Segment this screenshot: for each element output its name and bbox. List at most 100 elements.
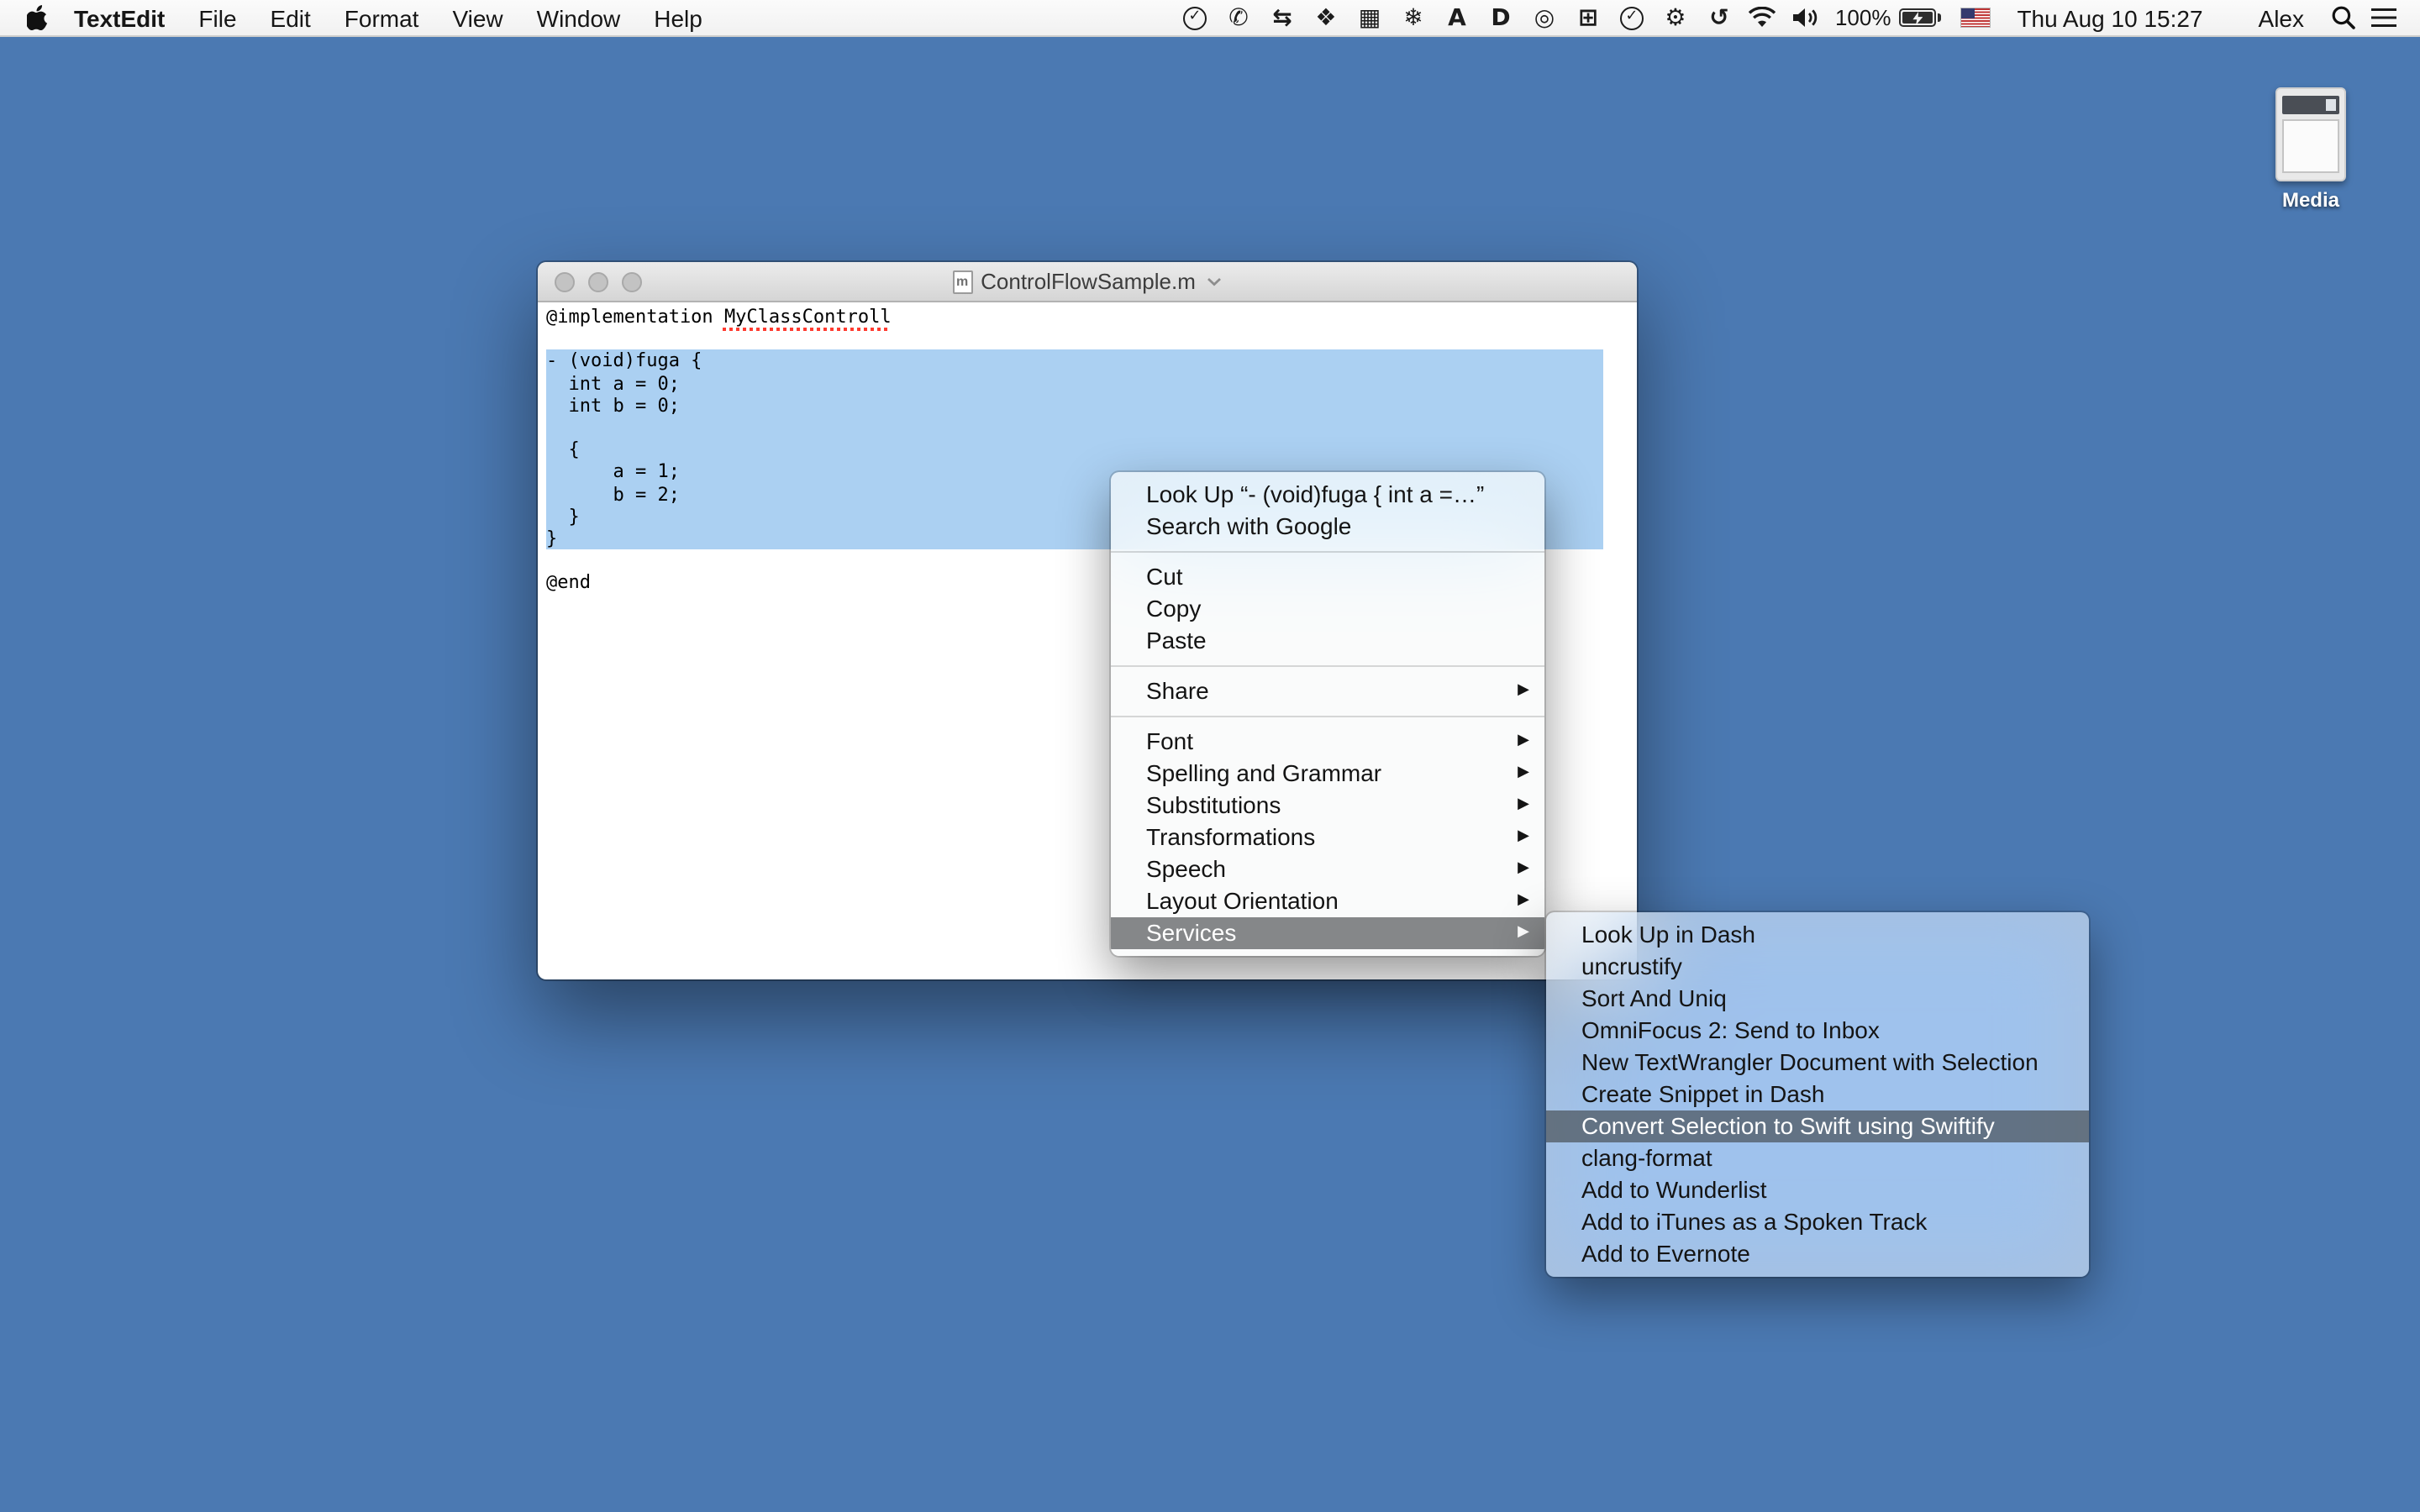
- input-language-flag-icon[interactable]: [1961, 8, 1991, 27]
- zoom-button[interactable]: [622, 272, 642, 292]
- desktop-icon-label: Media: [2281, 188, 2339, 212]
- menu-item-share[interactable]: Share ▶: [1111, 675, 1544, 707]
- phone-icon[interactable]: ✆: [1217, 0, 1260, 36]
- menu-file[interactable]: File: [182, 4, 253, 31]
- menu-item-spelling-and-grammar[interactable]: Spelling and Grammar ▶: [1111, 758, 1544, 790]
- app-menu-title[interactable]: TextEdit: [57, 4, 182, 31]
- sync-arrows-icon[interactable]: ⇆: [1260, 0, 1304, 36]
- menu-item-add-to-evernote[interactable]: Add to Evernote: [1546, 1238, 2089, 1270]
- menu-item-look-up-void-fuga-int-a[interactable]: Look Up “- (void)fuga { int a =…”: [1111, 479, 1544, 511]
- menu-edit[interactable]: Edit: [254, 4, 328, 31]
- context-menu: Look Up “- (void)fuga { int a =…” Search …: [1111, 472, 1544, 956]
- document-proxy-icon[interactable]: m: [952, 270, 973, 293]
- menu-item-layout-orientation[interactable]: Layout Orientation ▶: [1111, 885, 1544, 917]
- menu-item-label: clang-format: [1581, 1144, 1712, 1171]
- time-machine-icon[interactable]: ↺: [1697, 0, 1741, 36]
- menu-item-copy[interactable]: Copy: [1111, 593, 1544, 625]
- menu-item-paste[interactable]: Paste: [1111, 625, 1544, 657]
- submenu-arrow-icon: ▶: [1518, 796, 1529, 813]
- menu-item-omnifocus-2-send-to-inbox[interactable]: OmniFocus 2: Send to Inbox: [1546, 1015, 2089, 1047]
- menu-item-font[interactable]: Font ▶: [1111, 726, 1544, 758]
- menu-item-search-with-google[interactable]: Search with Google: [1111, 511, 1544, 543]
- submenu-arrow-icon: ▶: [1518, 682, 1529, 699]
- menu-item-convert-selection-to-swift-using-swiftify[interactable]: Convert Selection to Swift using Swiftif…: [1546, 1110, 2089, 1142]
- gear-icon[interactable]: ⚙: [1654, 0, 1697, 36]
- app-diamond-icon[interactable]: ❖: [1304, 0, 1348, 36]
- grid-icon[interactable]: ⊞: [1566, 0, 1610, 36]
- apple-icon: [26, 5, 47, 30]
- window-title: ControlFlowSample.m: [981, 269, 1196, 294]
- menu-separator: [1111, 551, 1544, 553]
- menu-item-label: New TextWrangler Document with Selection: [1581, 1048, 2039, 1075]
- menu-item-add-to-itunes-as-a-spoken-track[interactable]: Add to iTunes as a Spoken Track: [1546, 1206, 2089, 1238]
- code-line[interactable]: - (void)fuga {: [546, 349, 1603, 373]
- menu-item-substitutions[interactable]: Substitutions ▶: [1111, 790, 1544, 822]
- menu-item-create-snippet-in-dash[interactable]: Create Snippet in Dash: [1546, 1079, 2089, 1110]
- keyboard-icon[interactable]: ▦: [1348, 0, 1392, 36]
- apple-menu[interactable]: [17, 5, 57, 30]
- desktop-icon-media[interactable]: Media: [2260, 87, 2361, 212]
- code-line[interactable]: [546, 417, 1603, 439]
- menu-separator: [1111, 716, 1544, 717]
- close-button[interactable]: [555, 272, 575, 292]
- menu-item-label: Speech: [1146, 855, 1226, 882]
- code-line[interactable]: int b = 0;: [546, 394, 1603, 417]
- services-submenu: Look Up in Dash uncrustify Sort And Uniq Om…: [1546, 912, 2089, 1277]
- menu-item-new-textwrangler-document-with-selection[interactable]: New TextWrangler Document with Selection: [1546, 1047, 2089, 1079]
- window-controls: [555, 272, 642, 292]
- menu-bar-clock[interactable]: Thu Aug 10 15:27: [2002, 4, 2217, 31]
- menu-view[interactable]: View: [435, 4, 519, 31]
- submenu-arrow-icon: ▶: [1518, 860, 1529, 877]
- code-line[interactable]: int a = 0;: [546, 372, 1603, 395]
- drive-icon: [2275, 87, 2346, 181]
- minimize-button[interactable]: [588, 272, 608, 292]
- battery-status[interactable]: 100%: [1828, 5, 1950, 30]
- wifi-icon[interactable]: [1741, 7, 1785, 29]
- code-line[interactable]: @implementation MyClassControll: [546, 306, 1603, 328]
- menu-item-label: Layout Orientation: [1146, 887, 1339, 914]
- menu-item-label: Substitutions: [1146, 791, 1281, 818]
- menu-item-label: Sort And Uniq: [1581, 984, 1727, 1011]
- notification-center-icon[interactable]: [2371, 8, 2396, 27]
- menu-item-label: Look Up in Dash: [1581, 921, 1756, 948]
- menu-item-clang-format[interactable]: clang-format: [1546, 1142, 2089, 1174]
- menu-item-label: OmniFocus 2: Send to Inbox: [1581, 1016, 1880, 1043]
- menu-item-uncrustify[interactable]: uncrustify: [1546, 951, 2089, 983]
- menu-item-transformations[interactable]: Transformations ▶: [1111, 822, 1544, 853]
- target-icon[interactable]: ◎: [1523, 0, 1566, 36]
- snowflake-icon[interactable]: ❄: [1392, 0, 1435, 36]
- task-check-icon[interactable]: ✓: [1173, 0, 1217, 36]
- menu-window[interactable]: Window: [520, 4, 638, 31]
- window-title-group: m ControlFlowSample.m: [952, 269, 1223, 294]
- menu-item-sort-and-uniq[interactable]: Sort And Uniq: [1546, 983, 2089, 1015]
- menu-bar: TextEdit File Edit Format View Window Help ✓ ✆…: [0, 0, 2420, 37]
- menu-item-label: Look Up “- (void)fuga { int a =…”: [1146, 480, 1485, 507]
- title-bar[interactable]: m ControlFlowSample.m: [538, 262, 1637, 302]
- desktop[interactable]: TextEdit File Edit Format View Window Help ✓ ✆…: [0, 0, 2420, 1512]
- letter-a-app-icon[interactable]: A: [1435, 0, 1479, 36]
- submenu-arrow-icon: ▶: [1518, 892, 1529, 909]
- menu-item-label: Cut: [1146, 563, 1183, 590]
- menu-item-speech[interactable]: Speech ▶: [1111, 853, 1544, 885]
- submenu-arrow-icon: ▶: [1518, 764, 1529, 781]
- title-chevron-icon[interactable]: [1207, 276, 1223, 286]
- menu-item-look-up-in-dash[interactable]: Look Up in Dash: [1546, 919, 2089, 951]
- submenu-arrow-icon: ▶: [1518, 732, 1529, 749]
- menu-item-add-to-wunderlist[interactable]: Add to Wunderlist: [1546, 1174, 2089, 1206]
- volume-icon[interactable]: [1785, 7, 1828, 29]
- code-line[interactable]: {: [546, 438, 1603, 461]
- battery-icon: [1899, 8, 1942, 27]
- menu-item-services[interactable]: Services ▶: [1111, 917, 1544, 949]
- fast-user-switching-menu[interactable]: Alex: [2218, 4, 2321, 31]
- menu-item-label: Services: [1146, 919, 1237, 946]
- menu-item-label: Add to iTunes as a Spoken Track: [1581, 1208, 1928, 1235]
- spotlight-search-icon[interactable]: [2321, 5, 2365, 30]
- menu-help[interactable]: Help: [637, 4, 719, 31]
- menu-item-cut[interactable]: Cut: [1111, 561, 1544, 593]
- menu-item-label: Spelling and Grammar: [1146, 759, 1382, 786]
- menu-format[interactable]: Format: [328, 4, 436, 31]
- dash-app-icon[interactable]: D: [1479, 0, 1523, 36]
- code-line[interactable]: [546, 328, 1603, 349]
- check-circle-icon[interactable]: ✓: [1610, 0, 1654, 36]
- menu-item-label: Create Snippet in Dash: [1581, 1080, 1825, 1107]
